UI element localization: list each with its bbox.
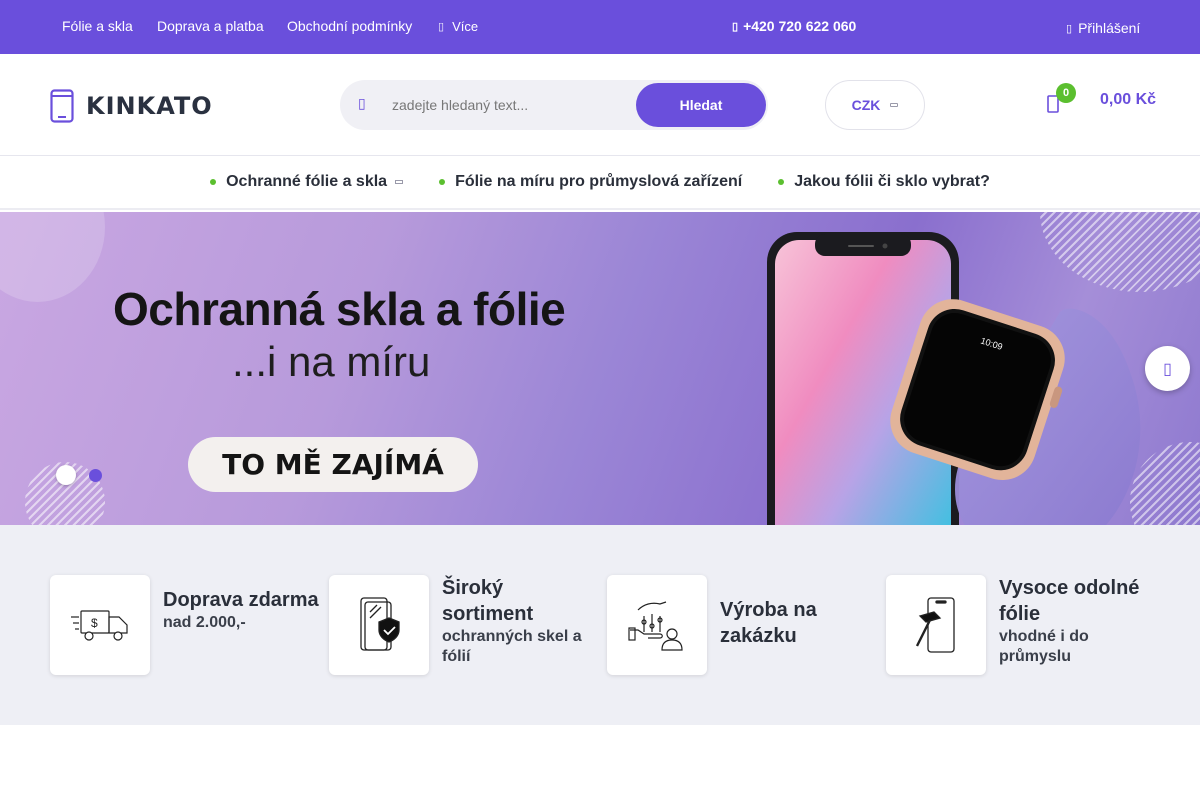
more-label: Více — [452, 19, 479, 34]
banner-title: Ochranná skla a fólie — [113, 283, 566, 335]
phone-icon: ▯ — [732, 20, 739, 33]
logo-text: KINKATO — [86, 92, 213, 120]
slider-next-button[interactable]: ▯ — [1145, 346, 1190, 391]
top-bar: Fólie a skla Doprava a platba Obchodní p… — [0, 0, 1200, 54]
top-link-obchodni-podminky[interactable]: Obchodní podmínky — [287, 18, 412, 34]
benefit-free-shipping: $ Doprava zdarma nad 2.000,- — [50, 575, 319, 675]
benefits-strip: $ Doprava zdarma nad 2.000,- Široký sort… — [0, 525, 1200, 725]
search-bar: ▯ Hledat — [340, 80, 768, 130]
phone-logo-icon — [50, 89, 74, 123]
banner-subtitle: ...i na míru — [232, 338, 431, 385]
login-link[interactable]: ▯ Přihlášení — [1066, 20, 1140, 36]
banner-cta-button[interactable]: TO MĚ ZAJÍMÁ — [188, 437, 478, 492]
slider-dot[interactable] — [89, 469, 102, 482]
benefit-subtitle: nad 2.000,- — [163, 614, 246, 631]
nav-item-label: Jakou fólii či sklo vybrat? — [794, 173, 990, 190]
chevron-right-icon: ▯ — [1163, 360, 1172, 378]
login-label: Přihlášení — [1078, 20, 1141, 36]
search-input[interactable] — [392, 92, 627, 118]
main-nav: Ochranné fólie a skla Fólie na míru pro … — [0, 156, 1200, 210]
nav-item-label: Ochranné fólie a skla — [226, 173, 388, 190]
benefit-title: Doprava zdarma — [163, 589, 319, 611]
svg-text:$: $ — [91, 616, 98, 630]
hero-banner[interactable]: Ochranná skla a fólie ...i na míru TO MĚ… — [0, 212, 1200, 525]
logo[interactable]: KINKATO — [50, 89, 213, 123]
cart-total: 0,00 Kč — [1100, 91, 1157, 108]
search-icon: ▯ — [358, 95, 366, 111]
cart-count-badge: 0 — [1056, 83, 1076, 103]
phone-number: +420 720 622 060 — [743, 18, 857, 34]
custom-production-icon — [628, 601, 683, 651]
benefit-icon-box — [329, 575, 429, 675]
benefit-icon-box — [607, 575, 707, 675]
user-icon: ▯ — [1066, 22, 1073, 35]
cart-button[interactable]: 0 0,00 Kč — [1046, 83, 1157, 114]
benefit-wide-range: Široký sortiment ochranných skel a fólií — [329, 575, 587, 675]
slider-dot-active[interactable] — [56, 465, 76, 485]
top-link-folie-a-skla[interactable]: Fólie a skla — [62, 18, 133, 34]
currency-label: CZK — [851, 97, 881, 113]
nav-item-label: Fólie na míru pro průmyslová zařízení — [455, 173, 743, 190]
benefit-subtitle: ochranných skel a fólií — [442, 628, 582, 665]
delivery-truck-icon: $ — [71, 610, 128, 641]
chevron-down-icon — [395, 180, 404, 184]
benefit-icon-box: $ — [50, 575, 150, 675]
bullet-icon — [778, 179, 785, 185]
phone-shield-icon — [360, 597, 400, 651]
decorative-circle — [0, 212, 105, 302]
nav-item-ochranne-folie[interactable]: Ochranné fólie a skla — [192, 173, 421, 191]
benefit-title: Široký sortiment — [442, 577, 534, 625]
search-button[interactable]: Hledat — [636, 83, 766, 127]
chevron-down-icon — [890, 103, 899, 107]
phone-hammer-icon — [915, 597, 955, 653]
benefit-durable-films: Vysoce odolné fólie vhodné i do průmyslu — [886, 575, 1149, 675]
benefit-title: Výroba na zakázku — [720, 599, 817, 647]
benefit-icon-box — [886, 575, 986, 675]
nav-item-jakou-folii[interactable]: Jakou fólii či sklo vybrat? — [760, 173, 1008, 191]
bullet-icon — [210, 179, 217, 185]
benefit-title: Vysoce odolné fólie — [999, 577, 1140, 625]
phone-and-watch-illustration: 10:09 — [767, 232, 1141, 525]
currency-selector[interactable]: CZK — [825, 80, 925, 130]
benefit-subtitle: vhodné i do průmyslu — [999, 628, 1089, 665]
nav-item-folie-na-miru[interactable]: Fólie na míru pro průmyslová zařízení — [421, 173, 760, 191]
header: KINKATO ▯ Hledat CZK 0 0,00 Kč — [0, 54, 1200, 156]
benefit-custom-production: Výroba na zakázku — [607, 575, 830, 675]
more-menu-button[interactable]: ▯ Více — [438, 19, 478, 34]
more-icon: ▯ — [438, 21, 445, 33]
bullet-icon — [439, 179, 446, 185]
top-link-doprava-a-platba[interactable]: Doprava a platba — [157, 18, 264, 34]
phone-link[interactable]: ▯ +420 720 622 060 — [732, 18, 856, 34]
